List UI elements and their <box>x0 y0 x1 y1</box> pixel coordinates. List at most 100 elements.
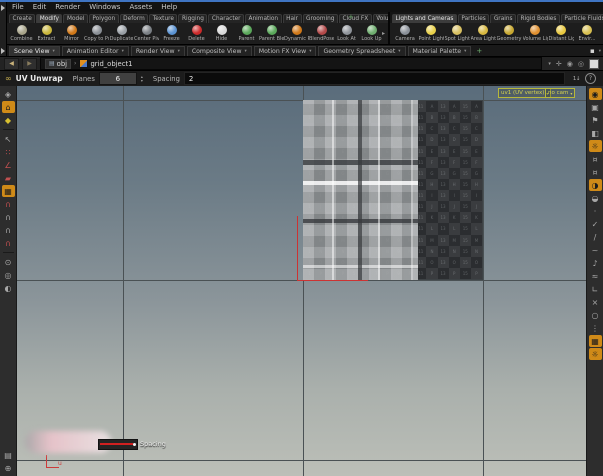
light-headlamp-icon[interactable]: ¤ <box>589 153 602 165</box>
view-pane-icon[interactable]: ◐ <box>2 282 15 294</box>
shading-mode-icon[interactable]: ◑ <box>589 179 602 191</box>
breadcrumb-node[interactable]: grid_object1 <box>79 59 132 68</box>
deform-shelf-tab[interactable]: Deform <box>120 14 149 23</box>
look-up-tool[interactable]: Look Up <box>359 25 384 42</box>
dynamic-pa-tool[interactable]: Dynamic Pa... <box>284 25 309 42</box>
lock-camera-icon[interactable]: ▣ <box>589 101 602 113</box>
points-mode-icon[interactable]: ∷ <box>2 146 15 158</box>
parent-tool[interactable]: Parent <box>234 25 259 42</box>
texture-shelf-tab[interactable]: Texture <box>149 14 177 23</box>
windows-menu[interactable]: Windows <box>89 3 120 11</box>
snap-grid-icon[interactable]: ∩ <box>2 224 15 236</box>
points-display-icon[interactable]: · <box>589 205 602 217</box>
curve-display-icon[interactable]: ≈ <box>589 270 602 282</box>
lights-and-cameras-shelf-tab[interactable]: Lights and Cameras <box>392 14 457 23</box>
pane-tab-caret-icon[interactable]: ▾ <box>309 49 311 54</box>
planes-field[interactable]: 6 <box>99 72 137 85</box>
splitter-arrow-icon[interactable] <box>1 48 5 54</box>
file-menu[interactable]: File <box>12 3 24 11</box>
freeze-tool[interactable]: Freeze <box>159 25 184 42</box>
pane-menu-caret-icon[interactable]: ▾ <box>599 49 601 54</box>
create-shelf-tab[interactable]: Create <box>9 14 35 23</box>
shelf-menu-caret-icon[interactable]: ▾ <box>378 14 384 20</box>
material-palette-pane-tab[interactable]: Material Palette ▾ <box>408 46 472 57</box>
snap-points-icon[interactable]: ∩ <box>2 198 15 210</box>
scene-view-pane-tab[interactable]: Scene View ▾ <box>9 46 60 57</box>
point-light-tool[interactable]: Point Light <box>418 25 444 42</box>
snapshot-camera-icon[interactable]: ◎ <box>578 60 584 68</box>
distant-light-tool[interactable]: Distant Light <box>548 25 574 42</box>
rigging-shelf-tab[interactable]: Rigging <box>178 14 207 23</box>
add-shelf-tab-button[interactable]: + <box>348 13 354 21</box>
select-tool-icon[interactable]: ↖ <box>2 133 15 145</box>
center-pivot-tool[interactable]: Center Pivot <box>134 25 159 42</box>
snapshot-icon[interactable]: ⊕ <box>2 462 15 474</box>
splitter-arrow-icon[interactable] <box>1 5 5 11</box>
geometry-l-tool[interactable]: Geometry L... <box>496 25 522 42</box>
polygon-shelf-tab[interactable]: Polygon <box>89 14 119 23</box>
history-back-button[interactable]: ◀ <box>4 58 19 70</box>
spacing-field[interactable]: 2 <box>184 72 565 85</box>
profile-curve-icon[interactable]: ~ <box>589 244 602 256</box>
cloud-fx-shelf-tab[interactable]: Cloud FX <box>339 14 372 23</box>
spot-light-tool[interactable]: Spot Light <box>444 25 470 42</box>
pane-tab-caret-icon[interactable]: ▾ <box>464 49 466 54</box>
dots-display-icon[interactable]: ⋮ <box>589 322 602 334</box>
delete-tool[interactable]: Delete <box>184 25 209 42</box>
extract-tool[interactable]: Extract <box>34 25 59 42</box>
composite-view-pane-tab[interactable]: Composite View ▾ <box>187 46 252 57</box>
uv-viewport-canvas[interactable]: 1A3A5A7A9A11A13A15A1B3B5B7B9B11B13B15B1C… <box>17 86 586 476</box>
path-breadcrumb-field[interactable]: ▤ obj › grid_object1 <box>40 57 542 70</box>
pin-icon[interactable]: ✛ <box>556 60 562 68</box>
particle-fluids-shelf-tab[interactable]: Particle Fluids <box>561 14 603 23</box>
hud-lamp-icon[interactable]: ☼ <box>589 348 602 360</box>
geometry-spreadsheet-pane-tab[interactable]: Geometry Spreadsheet ▾ <box>318 46 405 57</box>
pane-tab-caret-icon[interactable]: ▾ <box>122 49 124 54</box>
vertex-display-icon[interactable]: ✓ <box>589 218 602 230</box>
animation-editor-pane-tab[interactable]: Animation Editor ▾ <box>62 46 129 57</box>
set-view-icon[interactable]: ⚑ <box>589 114 602 126</box>
marker-pen-icon[interactable]: / <box>589 231 602 243</box>
add-pane-tab-button[interactable]: + <box>476 47 482 55</box>
blendpose-tool[interactable]: BlendPose <box>309 25 334 42</box>
particles-shelf-tab[interactable]: Particles <box>458 14 489 23</box>
animation-shelf-tab[interactable]: Animation <box>245 14 282 23</box>
shelf-overflow-arrow-icon[interactable]: ▸ <box>382 30 385 37</box>
parent-blend-tool[interactable]: Parent Blend <box>259 25 284 42</box>
camera-selector[interactable]: no cam ▾ <box>545 88 575 98</box>
flipbook-icon[interactable]: ▤ <box>2 449 15 461</box>
help-icon[interactable]: ? <box>585 73 596 84</box>
mirror-tool[interactable]: Mirror <box>59 25 84 42</box>
grooming-shelf-tab[interactable]: Grooming <box>303 14 338 23</box>
help-menu[interactable]: Help <box>161 3 177 11</box>
construction-plane-icon[interactable]: ⊙ <box>2 256 15 268</box>
handles-tool-icon[interactable]: ⌂ <box>2 101 15 113</box>
modify-shelf-tab[interactable]: Modify <box>36 14 62 23</box>
volume-light-tool[interactable]: Volume Light <box>522 25 548 42</box>
material-shading-icon[interactable]: ◒ <box>589 192 602 204</box>
circle-display-icon[interactable]: ○ <box>589 309 602 321</box>
light-normal-icon[interactable]: ¤ <box>589 166 602 178</box>
hair-shelf-tab[interactable]: Hair <box>283 14 302 23</box>
reference-plane-icon[interactable]: ◎ <box>2 269 15 281</box>
slider-knob[interactable] <box>133 443 136 446</box>
breadcrumb-obj[interactable]: ▤ obj <box>45 59 71 69</box>
pane-tab-caret-icon[interactable]: ▾ <box>53 49 55 54</box>
history-forward-button[interactable]: ▶ <box>22 58 37 70</box>
pane-tab-caret-icon[interactable]: ▾ <box>178 49 180 54</box>
grains-shelf-tab[interactable]: Grains <box>490 14 516 23</box>
snap-multi-icon[interactable]: ∩ <box>2 237 15 249</box>
prims-mode-icon[interactable]: ▰ <box>2 172 15 184</box>
grid-overlay-icon[interactable]: ▦ <box>589 335 602 347</box>
copy-to-poi-tool[interactable]: Copy to Poi... <box>84 25 109 42</box>
model-shelf-tab[interactable]: Model <box>63 14 87 23</box>
view-tool-icon[interactable]: ◈ <box>2 88 15 100</box>
view-copy-icon[interactable]: ◧ <box>589 127 602 139</box>
combine-tool[interactable]: Combine <box>9 25 34 42</box>
radial-menu-icon[interactable]: ◉ <box>567 60 573 68</box>
envir-tool[interactable]: Envir... <box>574 25 600 42</box>
render-view-pane-tab[interactable]: Render View ▾ <box>131 46 185 57</box>
planes-stepper[interactable]: ▴ ▾ <box>141 75 143 82</box>
rigid-bodies-shelf-tab[interactable]: Rigid Bodies <box>517 14 560 23</box>
pane-tab-caret-icon[interactable]: ▾ <box>398 49 400 54</box>
